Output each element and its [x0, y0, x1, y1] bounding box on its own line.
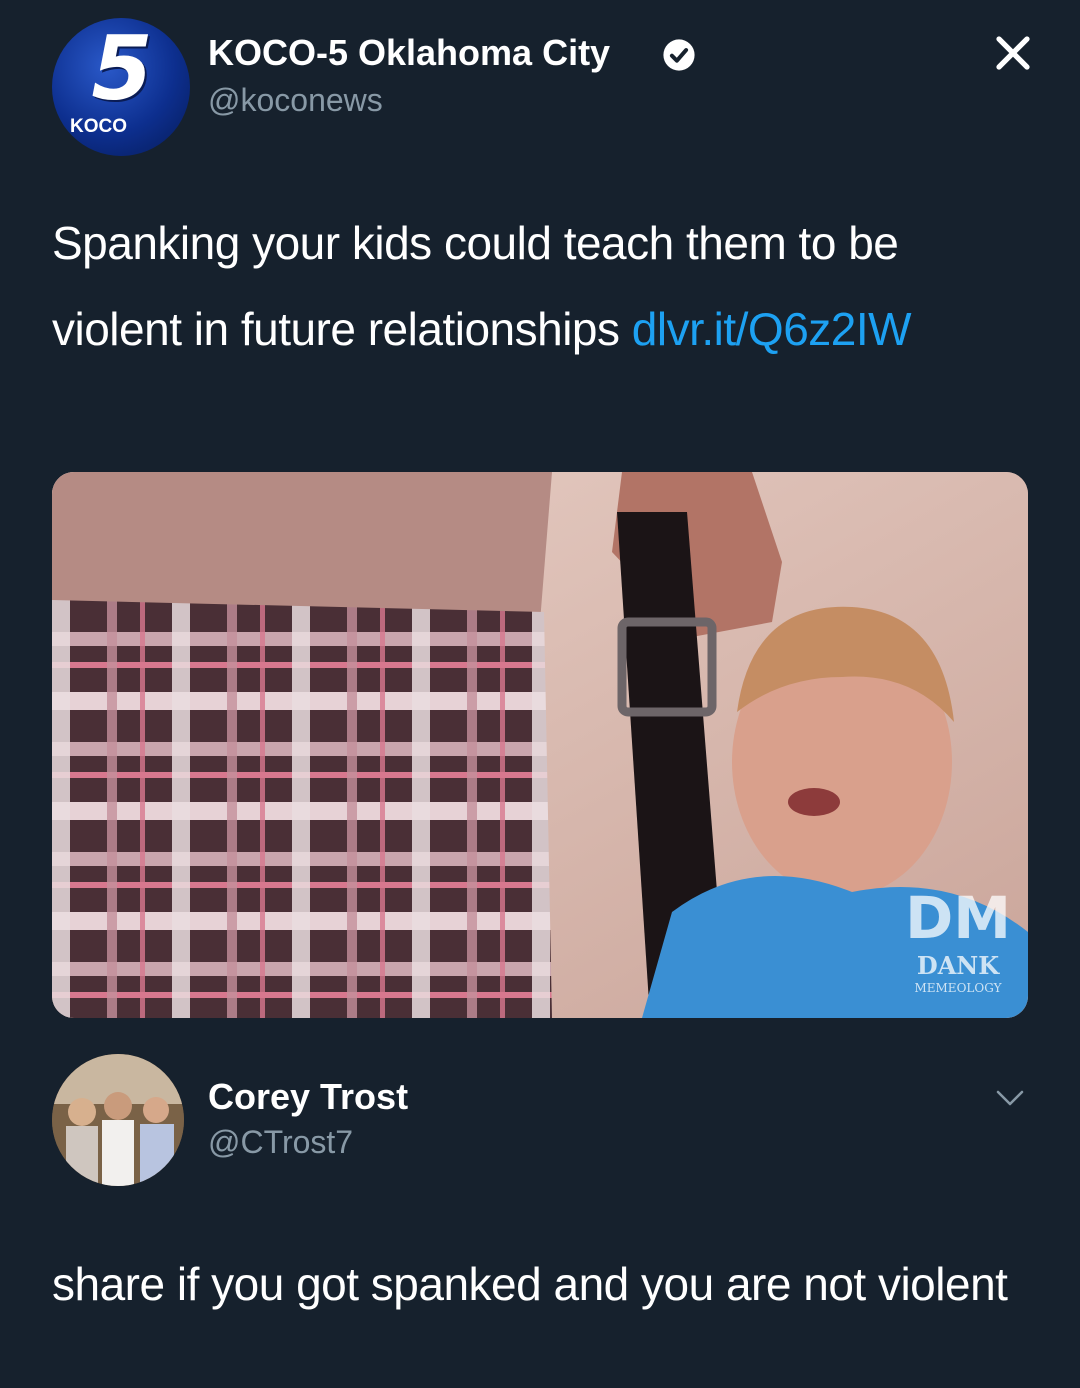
verified-icon — [663, 39, 695, 71]
reply-header: Corey Trost @CTrost7 — [52, 1050, 1042, 1190]
reply-text: share if you got spanked and you are not… — [52, 1258, 1008, 1310]
close-icon[interactable] — [992, 32, 1034, 74]
tweet-media-image[interactable]: DM DANK MEMEOLOGY — [52, 472, 1028, 1018]
tweet-header: 5 KOCO KOCO-5 Oklahoma City @koconews — [52, 10, 1042, 156]
avatar[interactable] — [52, 1054, 184, 1186]
watermark-mark: DM — [906, 884, 1010, 952]
account-handle[interactable]: @koconews — [208, 82, 383, 119]
avatar-logo-number: 5 — [91, 18, 153, 120]
watermark-word: DANK — [917, 951, 1000, 980]
chevron-down-icon[interactable] — [992, 1086, 1028, 1110]
reply-author-handle[interactable]: @CTrost7 — [208, 1124, 353, 1161]
tweet-text: Spanking your kids could teach them to b… — [52, 200, 1012, 372]
watermark-logo: DM DANK MEMEOLOGY — [906, 884, 1010, 995]
tweet-detail-screen: 5 KOCO KOCO-5 Oklahoma City @koconews Sp… — [0, 0, 1080, 1388]
avatar[interactable]: 5 KOCO — [52, 18, 190, 156]
reply-author-name[interactable]: Corey Trost — [208, 1076, 408, 1118]
account-name[interactable]: KOCO-5 Oklahoma City — [208, 32, 610, 78]
tweet-link[interactable]: dlvr.it/Q6z2IW — [632, 303, 912, 355]
avatar-logo-brand: KOCO — [70, 116, 127, 137]
media-illustration — [52, 472, 1028, 1018]
avatar-photo — [52, 1054, 184, 1186]
watermark-sub: MEMEOLOGY — [914, 981, 1002, 995]
